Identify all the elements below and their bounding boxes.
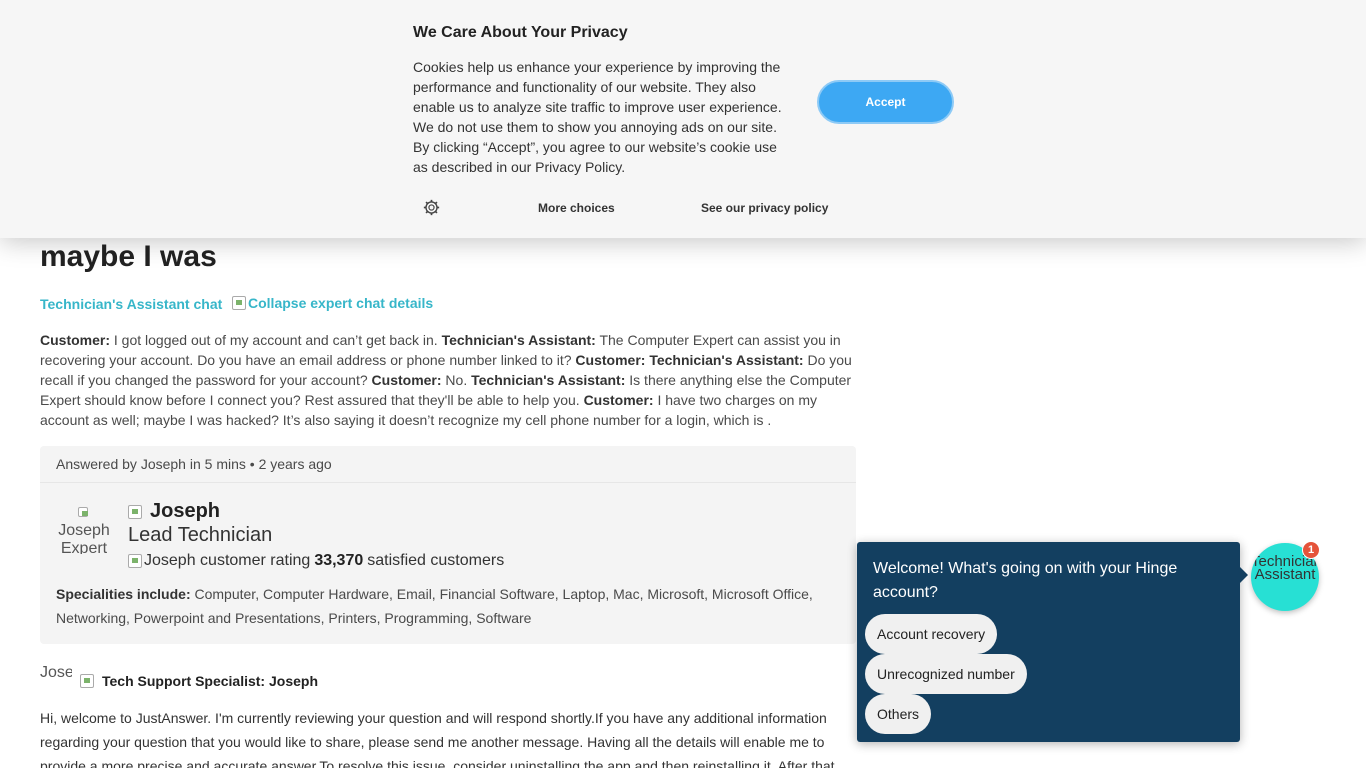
transcript-speaker: Customer: xyxy=(371,372,442,388)
question-headline: maybe I was xyxy=(40,240,217,273)
cookie-description: Cookies help us enhance your experience … xyxy=(413,59,782,175)
expert-rating: Joseph customer rating 33,370 satisfied … xyxy=(128,551,504,571)
transcript-text: No. xyxy=(441,372,472,388)
answered-by-text: Answered by Joseph in 5 mins xyxy=(56,456,246,472)
cookie-links: More choices See our privacy policy xyxy=(413,198,843,218)
expert-message-header: Joseph Tech Support Specialist: Joseph xyxy=(40,665,855,697)
answer-header: Answered by Joseph in 5 mins • 2 years a… xyxy=(40,446,856,483)
transcript-text: I got logged out of my account and can’t… xyxy=(110,332,442,348)
customers-label: satisfied customers xyxy=(367,552,505,569)
chat-popup: Welcome! What's going on with your Hinge… xyxy=(857,542,1248,742)
accept-cookies-button[interactable]: Accept xyxy=(817,80,954,124)
transcript-speaker: Technician's Assistant: xyxy=(441,332,596,348)
collapse-expert-chat-toggle[interactable]: Collapse expert chat details xyxy=(232,295,433,311)
customers-count: 33,370 xyxy=(314,552,364,569)
transcript-speaker: Customer: xyxy=(575,352,646,368)
page: maybe I was Technician's Assistant chat … xyxy=(0,0,1366,768)
expert-name[interactable]: Joseph xyxy=(128,500,220,523)
collapse-expert-chat-alt: Collapse expert chat details xyxy=(248,295,434,311)
message-title: Tech Support Specialist: Joseph xyxy=(80,673,318,689)
transcript-speaker: Customer: xyxy=(583,392,654,408)
rating-stars-icon xyxy=(128,554,142,568)
message-avatar: Joseph xyxy=(40,665,72,681)
notification-badge: 1 xyxy=(1302,541,1320,559)
gear-icon[interactable] xyxy=(423,199,440,216)
expert-avatar: Joseph Expert Pic xyxy=(56,504,112,554)
cookie-title: We Care About Your Privacy xyxy=(413,24,628,41)
transcript-speaker: Technician's Assistant: xyxy=(649,352,804,368)
transcript-speaker: Customer: xyxy=(40,332,111,348)
broken-image-icon xyxy=(78,507,88,517)
option-account-recovery[interactable]: Account recovery xyxy=(865,614,998,654)
expert-specialities: Specialities include: Computer, Computer… xyxy=(56,582,846,630)
transcript-speaker: Technician's Assistant: xyxy=(471,372,626,388)
expert-role: Lead Technician xyxy=(128,524,273,546)
rating-alt: Joseph customer rating xyxy=(144,552,311,569)
expert-name-text: Joseph xyxy=(150,500,221,522)
privacy-policy-link[interactable]: See our privacy policy xyxy=(701,201,828,215)
verified-badge-icon xyxy=(80,674,94,688)
broken-image-icon xyxy=(232,296,246,310)
option-unrecognized-number[interactable]: Unrecognized number xyxy=(865,654,1027,694)
dot-separator: • xyxy=(249,456,259,472)
specialities-label: Specialities include: xyxy=(56,586,191,602)
expert-message-body: Hi, welcome to JustAnswer. I'm currently… xyxy=(40,710,835,768)
verified-badge-icon xyxy=(128,504,142,519)
more-choices-link[interactable]: More choices xyxy=(538,201,615,215)
expert-answer-card: Answered by Joseph in 5 mins • 2 years a… xyxy=(40,446,856,644)
chat-greeting: Welcome! What's going on with your Hinge… xyxy=(873,560,1178,601)
technician-assistant-chat-link[interactable]: Technician's Assistant chat xyxy=(40,296,222,312)
cookie-consent-banner: We Care About Your Privacy Cookies help … xyxy=(0,0,1366,238)
chat-transcript: Customer: I got logged out of my account… xyxy=(40,330,855,430)
expert-avatar-alt: Joseph Expert Pic xyxy=(58,522,110,554)
message-title-text: Tech Support Specialist: Joseph xyxy=(102,673,319,689)
option-others[interactable]: Others xyxy=(865,694,932,734)
answer-time: 2 years ago xyxy=(258,456,332,472)
